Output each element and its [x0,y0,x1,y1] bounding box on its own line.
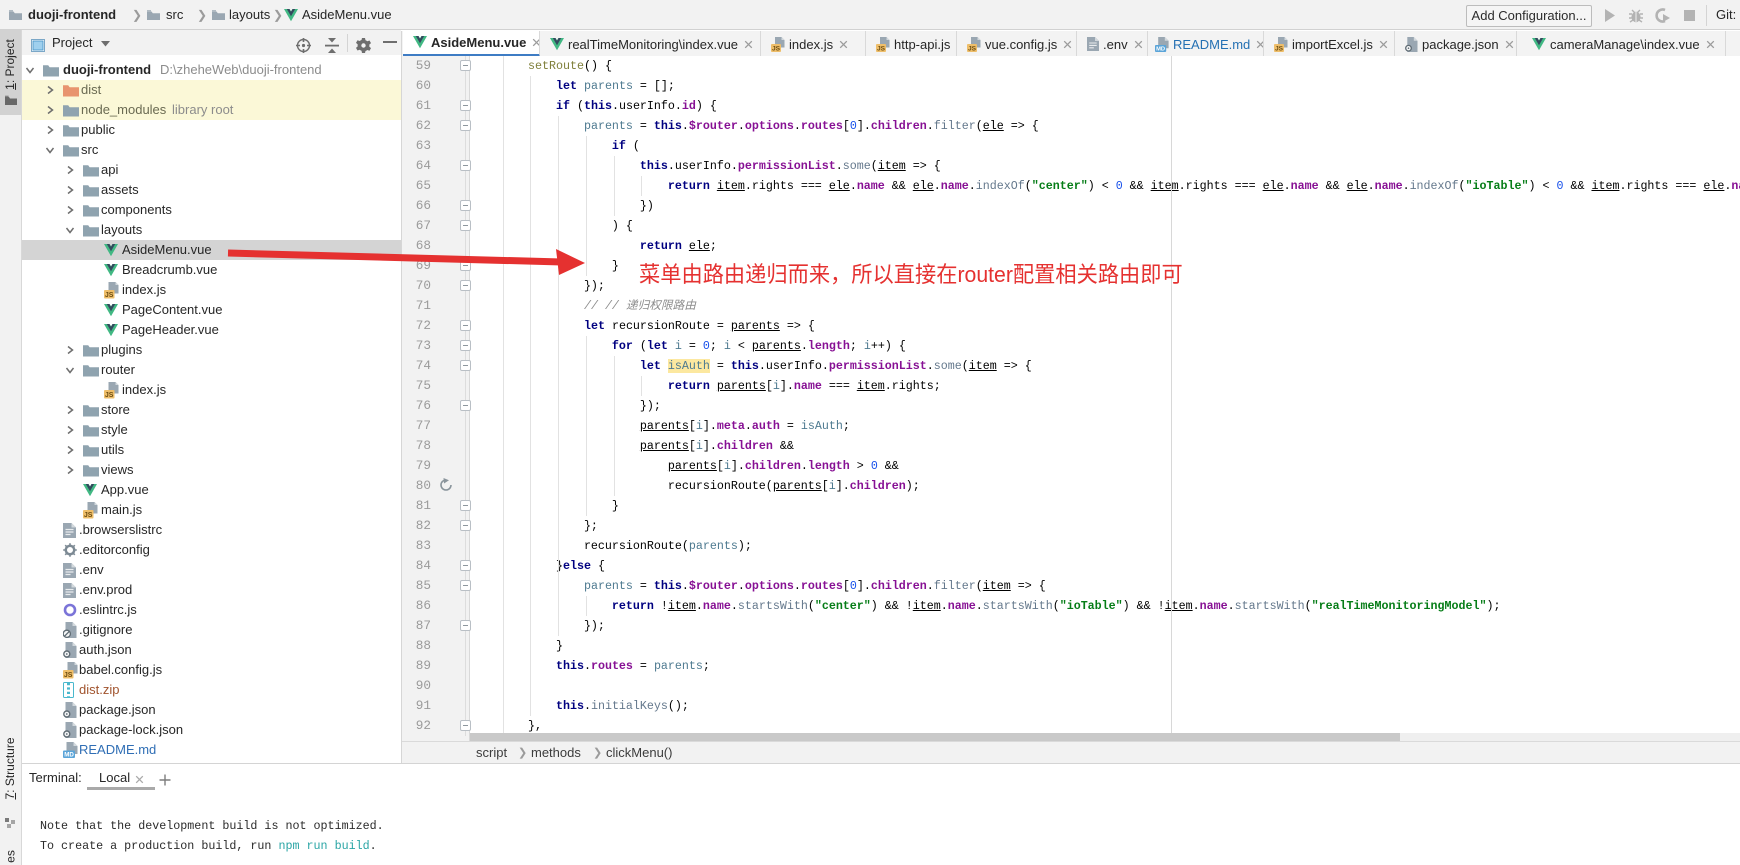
svg-text:JS: JS [877,45,886,52]
svg-text:JS: JS [105,292,114,299]
svg-text:MD: MD [64,752,74,758]
svg-text:JS: JS [105,392,114,399]
svg-text:JS: JS [84,512,93,519]
svg-text:MD: MD [1156,46,1165,51]
svg-text:JS: JS [64,672,73,679]
svg-text:JS: JS [772,45,781,52]
svg-text:JS: JS [1275,45,1284,52]
svg-text:JS: JS [968,45,977,52]
